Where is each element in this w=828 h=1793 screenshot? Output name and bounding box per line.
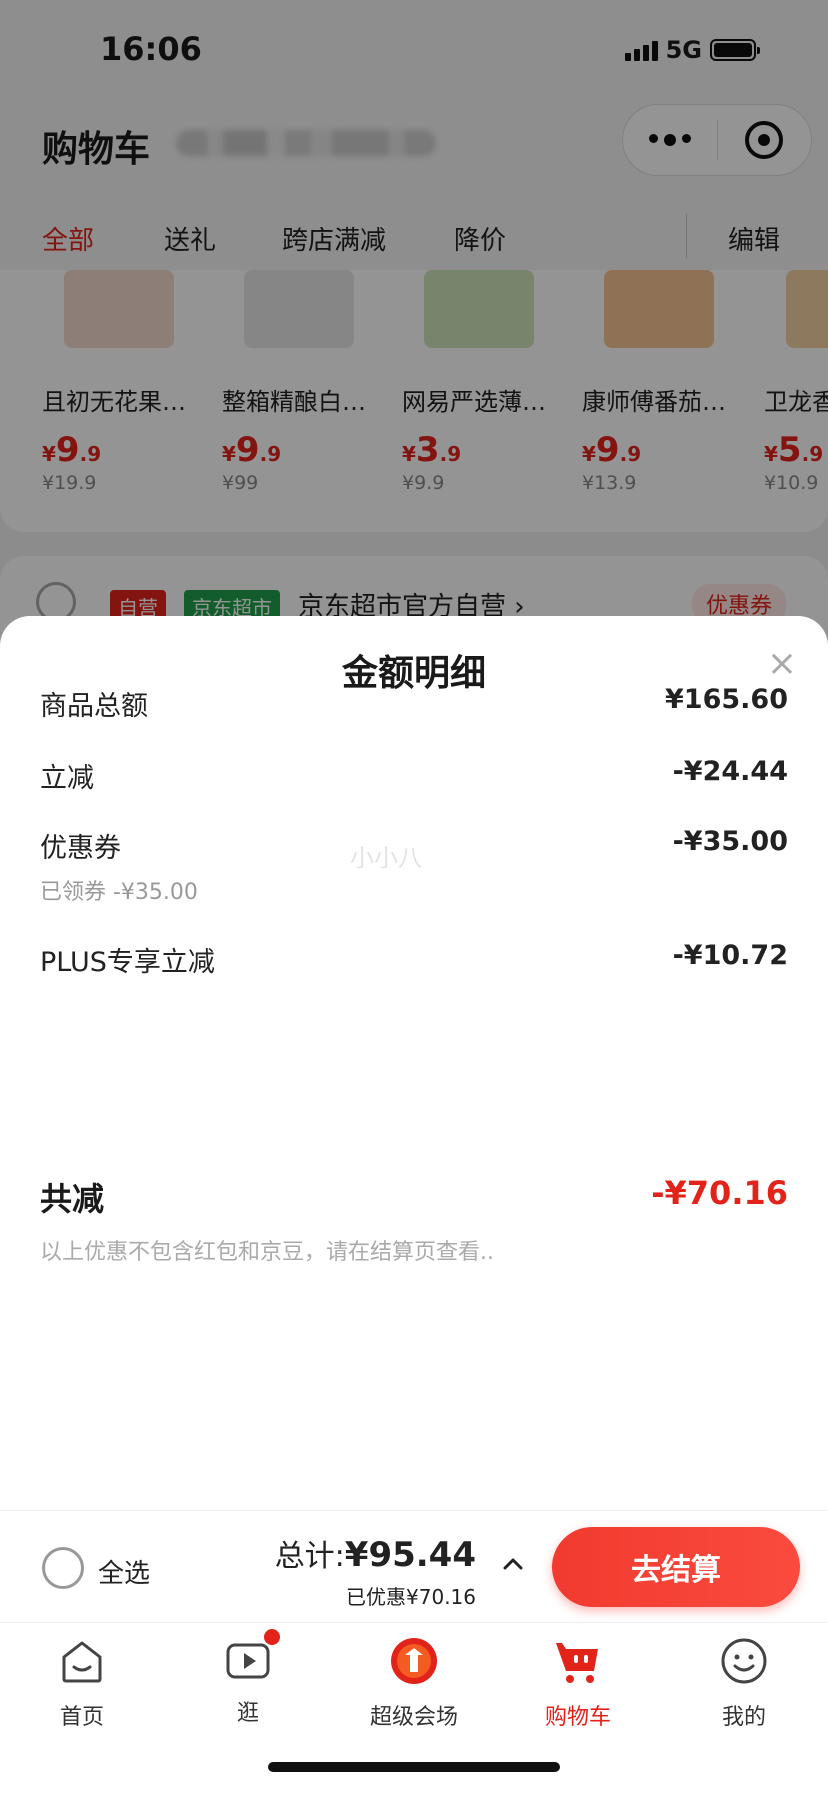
tabbar-item-super-venue[interactable]: 超级会场 [354, 1635, 474, 1745]
tabbar-item-cart[interactable]: 购物车 [518, 1635, 638, 1745]
plus-discount-value: -¥10.72 [672, 940, 788, 971]
cart-icon [556, 1643, 598, 1683]
tabbar-label: 逛 [236, 1701, 259, 1726]
goods-total-value: ¥165.60 [665, 684, 788, 715]
tabbar-label: 超级会场 [369, 1705, 458, 1730]
goods-total-label: 商品总额 [40, 691, 148, 722]
tabbar-item-browse[interactable]: 逛 [188, 1629, 308, 1745]
coupon-value: -¥35.00 [672, 826, 788, 857]
home-indicator[interactable] [268, 1762, 560, 1772]
close-icon[interactable]: × [762, 644, 802, 684]
super-venue-icon [391, 1638, 437, 1684]
video-play-icon [222, 1629, 280, 1687]
tabbar-item-home[interactable]: 首页 [22, 1635, 142, 1745]
total-label: 总计: [274, 1539, 345, 1574]
total-summary: 总计:¥95.44 [275, 1531, 476, 1575]
chevron-up-icon[interactable] [500, 1551, 526, 1577]
tabbar-label: 首页 [59, 1705, 104, 1730]
tabbar-item-profile[interactable]: 我的 [684, 1635, 804, 1745]
instant-discount-value: -¥24.44 [672, 756, 788, 787]
select-all-label[interactable]: 全选 [98, 1553, 150, 1590]
tabbar-label: 我的 [721, 1705, 766, 1730]
home-icon [62, 1641, 102, 1683]
coupon-label: 优惠券 [40, 833, 121, 864]
instant-discount-label: 立减 [40, 763, 94, 794]
plus-discount-label: PLUS专享立减 [40, 947, 215, 978]
checkout-bar: 全选 总计:¥95.44 已优惠¥70.16 去结算 [0, 1510, 828, 1622]
tabbar-label: 购物车 [544, 1705, 611, 1730]
total-discount-label: 共减 [40, 1180, 105, 1218]
total-discount-value: -¥70.16 [651, 1174, 788, 1212]
coupon-sub-note: 已领券 -¥35.00 [40, 880, 198, 905]
checkout-button[interactable]: 去结算 [552, 1527, 800, 1607]
select-all-radio[interactable] [42, 1547, 84, 1589]
watermark: 小小八 [350, 844, 422, 872]
notification-dot [264, 1629, 280, 1645]
profile-icon [721, 1638, 767, 1684]
total-amount: ¥95.44 [344, 1535, 476, 1575]
saved-amount: 已优惠¥70.16 [346, 1585, 476, 1609]
discount-note: 以上优惠不包含红包和京豆，请在结算页查看.. [40, 1240, 494, 1265]
